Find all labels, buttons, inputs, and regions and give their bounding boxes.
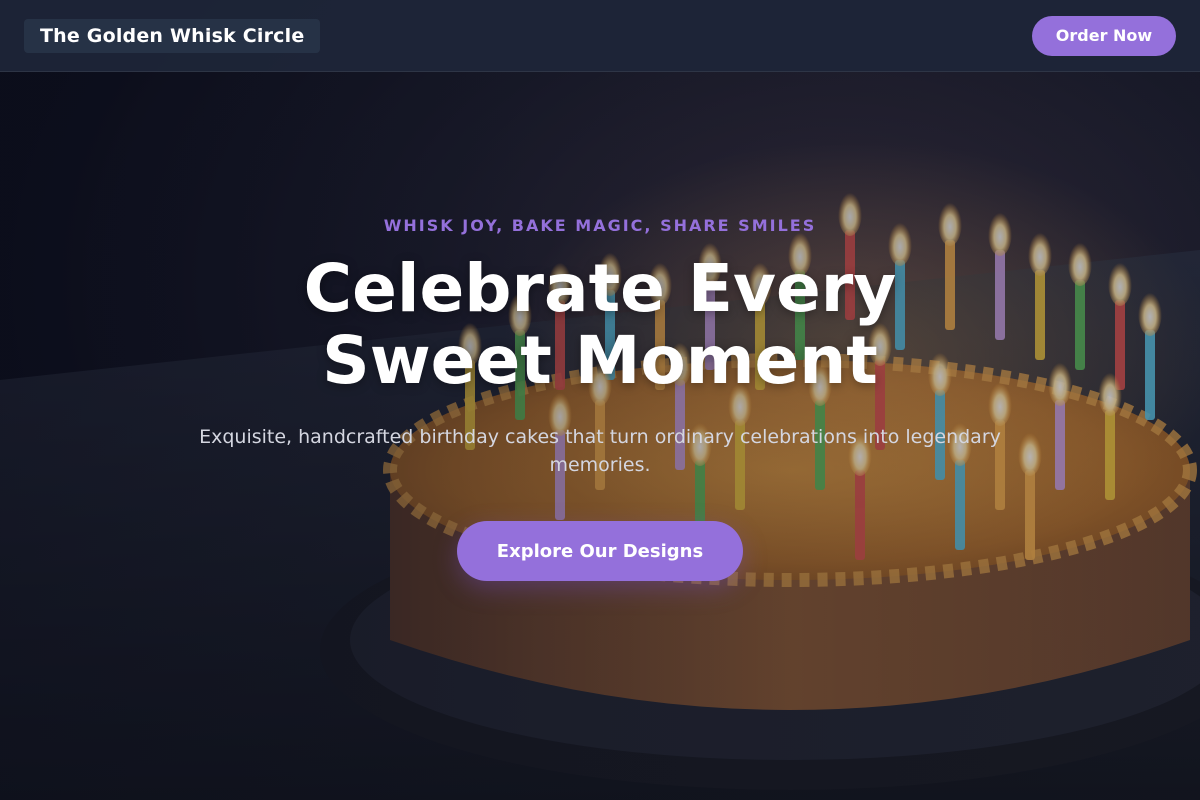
nav-links-faded: [700, 18, 980, 54]
brand-logo[interactable]: The Golden Whisk Circle: [24, 18, 321, 53]
order-now-button[interactable]: Order Now: [1032, 15, 1176, 56]
headline-line-1: Celebrate Every: [303, 250, 897, 327]
hero-tagline: WHISK JOY, BAKE MAGIC, SHARE SMILES: [383, 216, 817, 235]
navbar: The Golden Whisk Circle Order Now: [0, 0, 1200, 72]
headline-line-2: Sweet Moment: [322, 322, 878, 399]
hero-subtitle: Exquisite, handcrafted birthday cakes th…: [199, 426, 1001, 476]
hero-content: WHISK JOY, BAKE MAGIC, SHARE SMILES Cele…: [0, 216, 1200, 581]
hero-headline: Celebrate Every Sweet Moment: [304, 253, 897, 397]
explore-designs-button[interactable]: Explore Our Designs: [457, 521, 743, 581]
